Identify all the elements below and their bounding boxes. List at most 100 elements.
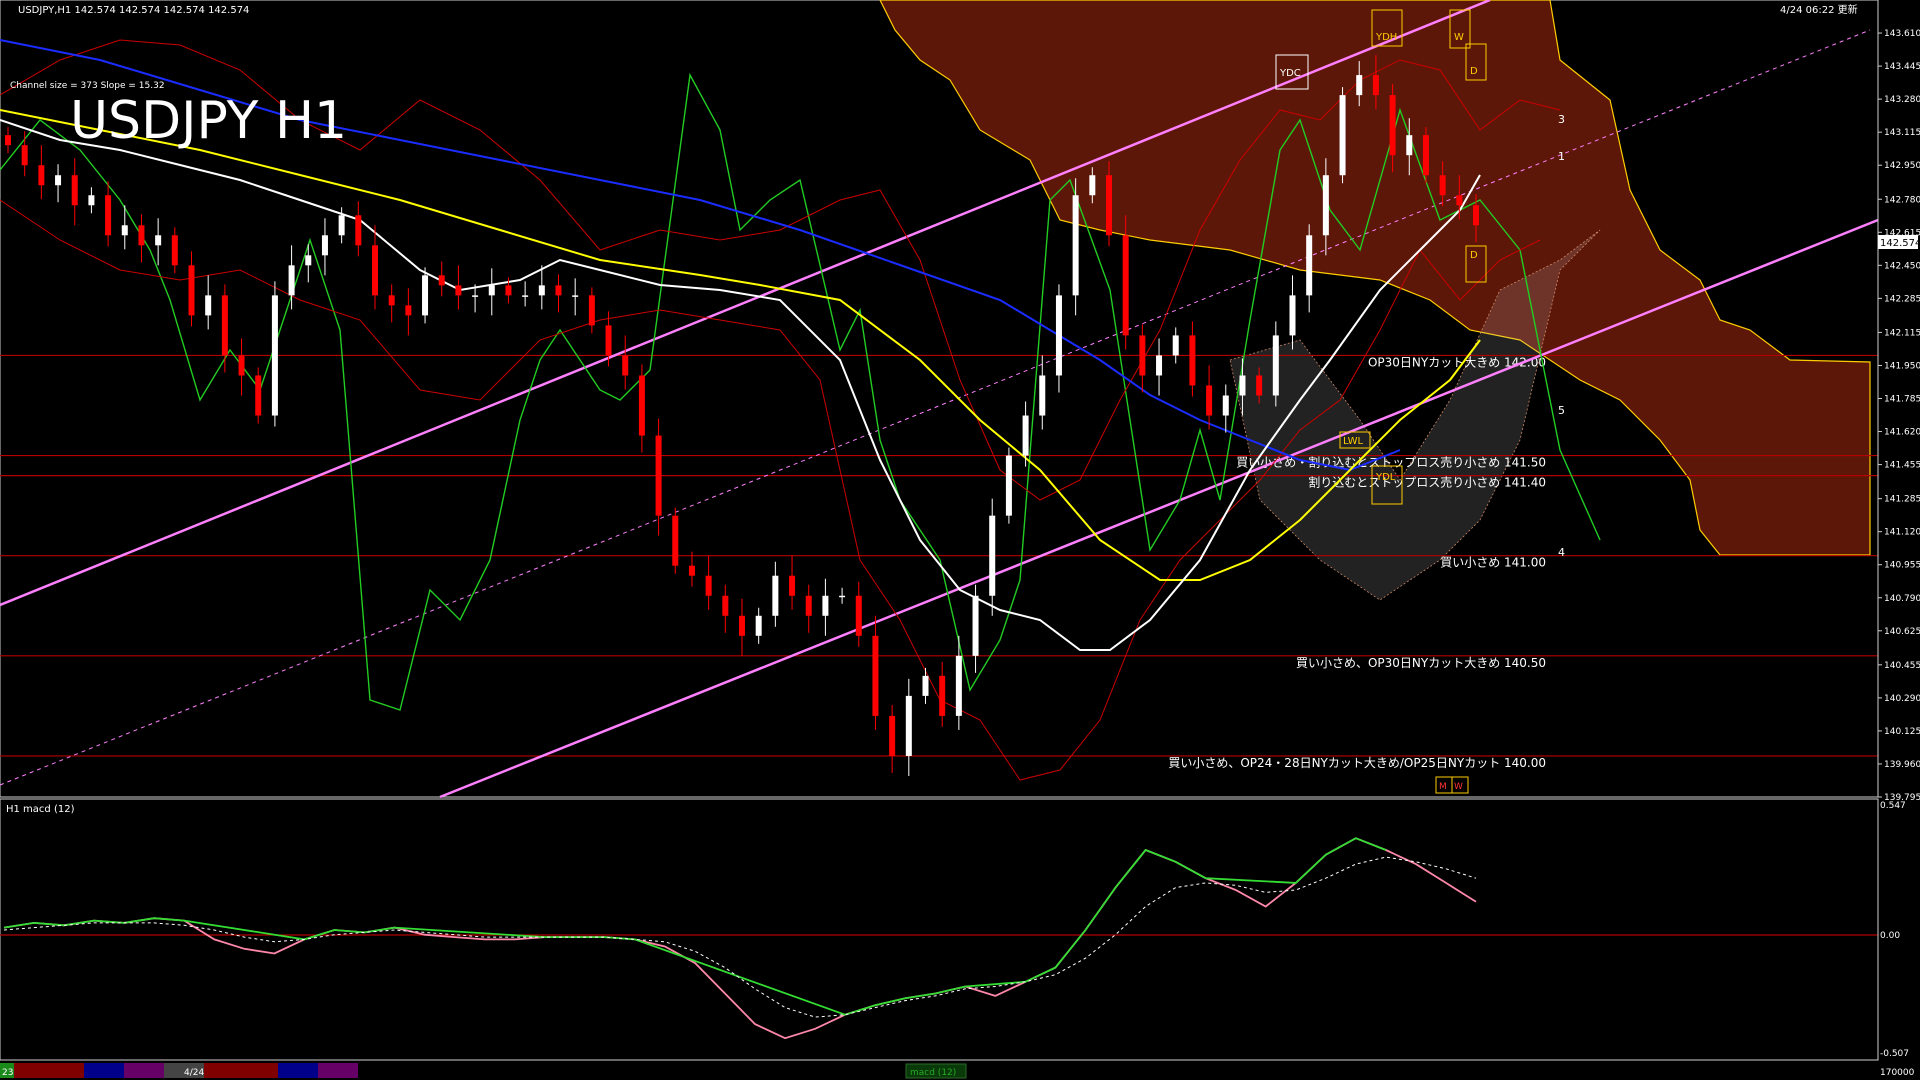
price-tick-label: 140.290 (1884, 694, 1920, 704)
timeline-seg-2 (14, 1063, 84, 1078)
candle-body (155, 235, 162, 246)
candle-body (138, 225, 145, 246)
price-tick-label: 139.960 (1884, 760, 1920, 770)
macd-tick-top: 0.547 (1880, 801, 1906, 811)
box-m-label: M (1439, 782, 1447, 792)
price-tick-label: 142.450 (1884, 261, 1920, 271)
candle-body (121, 225, 128, 236)
timeline-date-label: 4/24 (184, 1068, 204, 1078)
level-label: OP30日NYカット大きめ 142.00 (1368, 355, 1546, 369)
price-tick-label: 142.115 (1884, 328, 1920, 338)
candle-body (572, 295, 579, 297)
candle-body (1422, 135, 1429, 176)
candle-body (255, 375, 262, 416)
channel-number-4: 4 (1558, 546, 1565, 559)
candle-body (1189, 335, 1196, 386)
timeline-seg-8 (318, 1063, 358, 1078)
candle-body (422, 275, 429, 316)
candle-body (1139, 335, 1146, 376)
candle-body (1272, 335, 1279, 396)
box-ydh-label: YDH (1375, 32, 1397, 43)
candle-body (1089, 175, 1096, 196)
macd-tick-zero: 0.00 (1880, 931, 1900, 941)
candle-body (1439, 175, 1446, 196)
channel-number-3: 3 (1558, 113, 1565, 126)
candle-body (1389, 95, 1396, 156)
candle-body (688, 565, 695, 576)
candle-body (38, 165, 45, 186)
candle-body (305, 255, 312, 266)
candle-body (372, 245, 378, 296)
candle-body (522, 295, 529, 297)
candle-body (1256, 375, 1263, 396)
channel-number-1: 1 (1558, 150, 1565, 163)
candle-body (171, 235, 178, 266)
candle-body (238, 355, 245, 376)
candle-body (1005, 455, 1012, 516)
level-label: 買い小さめ 141.00 (1440, 556, 1546, 570)
box-lwl-label: LWL (1343, 436, 1364, 447)
candle-body (839, 595, 846, 598)
macd-footer-tag: macd (12) (910, 1068, 956, 1078)
macd-tick-bottom: -0.507 (1880, 1049, 1909, 1059)
candle-body (855, 595, 862, 636)
candle-body (55, 175, 62, 186)
candle-body (1055, 295, 1062, 376)
candle-body (88, 195, 95, 206)
channel-number-5: 5 (1558, 404, 1565, 417)
candle-body (772, 575, 779, 616)
box-w-label: W (1454, 32, 1464, 43)
candle-body (1322, 175, 1329, 236)
price-tick-label: 141.285 (1884, 495, 1920, 505)
candle-body (321, 235, 328, 256)
candle-body (872, 635, 879, 716)
candle-body (955, 655, 962, 716)
candle-body (338, 215, 345, 236)
timeline-left-label: 23 (2, 1068, 13, 1078)
macd-panel-frame (0, 798, 1879, 1061)
timeline-seg-6 (204, 1063, 278, 1078)
box-ydc-label: YDC (1279, 68, 1301, 79)
price-tick-label: 141.785 (1884, 395, 1920, 405)
price-tick-label: 142.285 (1884, 294, 1920, 304)
candle-body (972, 595, 979, 656)
chart-root: OP30日NYカット大きめ 142.00 買い小さめ・割り込むとストップロス売り小… (0, 0, 1920, 1080)
candle-body (1106, 175, 1112, 236)
price-tick-label: 140.955 (1884, 561, 1920, 571)
candle-body (1456, 195, 1463, 206)
candle-body (822, 595, 829, 616)
candle-body (488, 285, 495, 296)
timeline-seg-4 (124, 1063, 164, 1078)
candle-body (922, 675, 929, 696)
candle-body (221, 295, 228, 356)
candle-body (355, 215, 362, 246)
candle-body (388, 295, 395, 306)
price-tick-label: 141.950 (1884, 361, 1920, 371)
price-tick-label: 140.790 (1884, 594, 1920, 604)
candle-body (1039, 375, 1046, 416)
candle-body (271, 295, 278, 416)
candle-body (1206, 385, 1213, 416)
symbol-title: USDJPY H1 (70, 91, 347, 151)
price-tick-label: 141.455 (1884, 461, 1920, 471)
level-label: 買い小さめ、OP30日NYカット大きめ 140.50 (1296, 656, 1546, 670)
candle-body (1289, 295, 1296, 336)
candle-body (438, 275, 445, 286)
candle-body (739, 615, 745, 636)
price-tick-label: 143.115 (1884, 128, 1920, 138)
candle-body (1172, 335, 1179, 356)
candle-body (805, 595, 812, 616)
timeline-seg-3 (84, 1063, 124, 1078)
candle-body (21, 145, 28, 166)
candle-body (455, 285, 462, 296)
candle-body (205, 295, 212, 316)
candle-body (472, 295, 479, 297)
candle-body (555, 285, 562, 296)
candle-body (989, 515, 996, 596)
candle-body (622, 355, 629, 376)
candle-body (188, 265, 195, 316)
candle-body (889, 715, 896, 756)
candle-body (755, 615, 762, 636)
candle-body (1022, 415, 1029, 456)
candle-body (905, 695, 912, 756)
